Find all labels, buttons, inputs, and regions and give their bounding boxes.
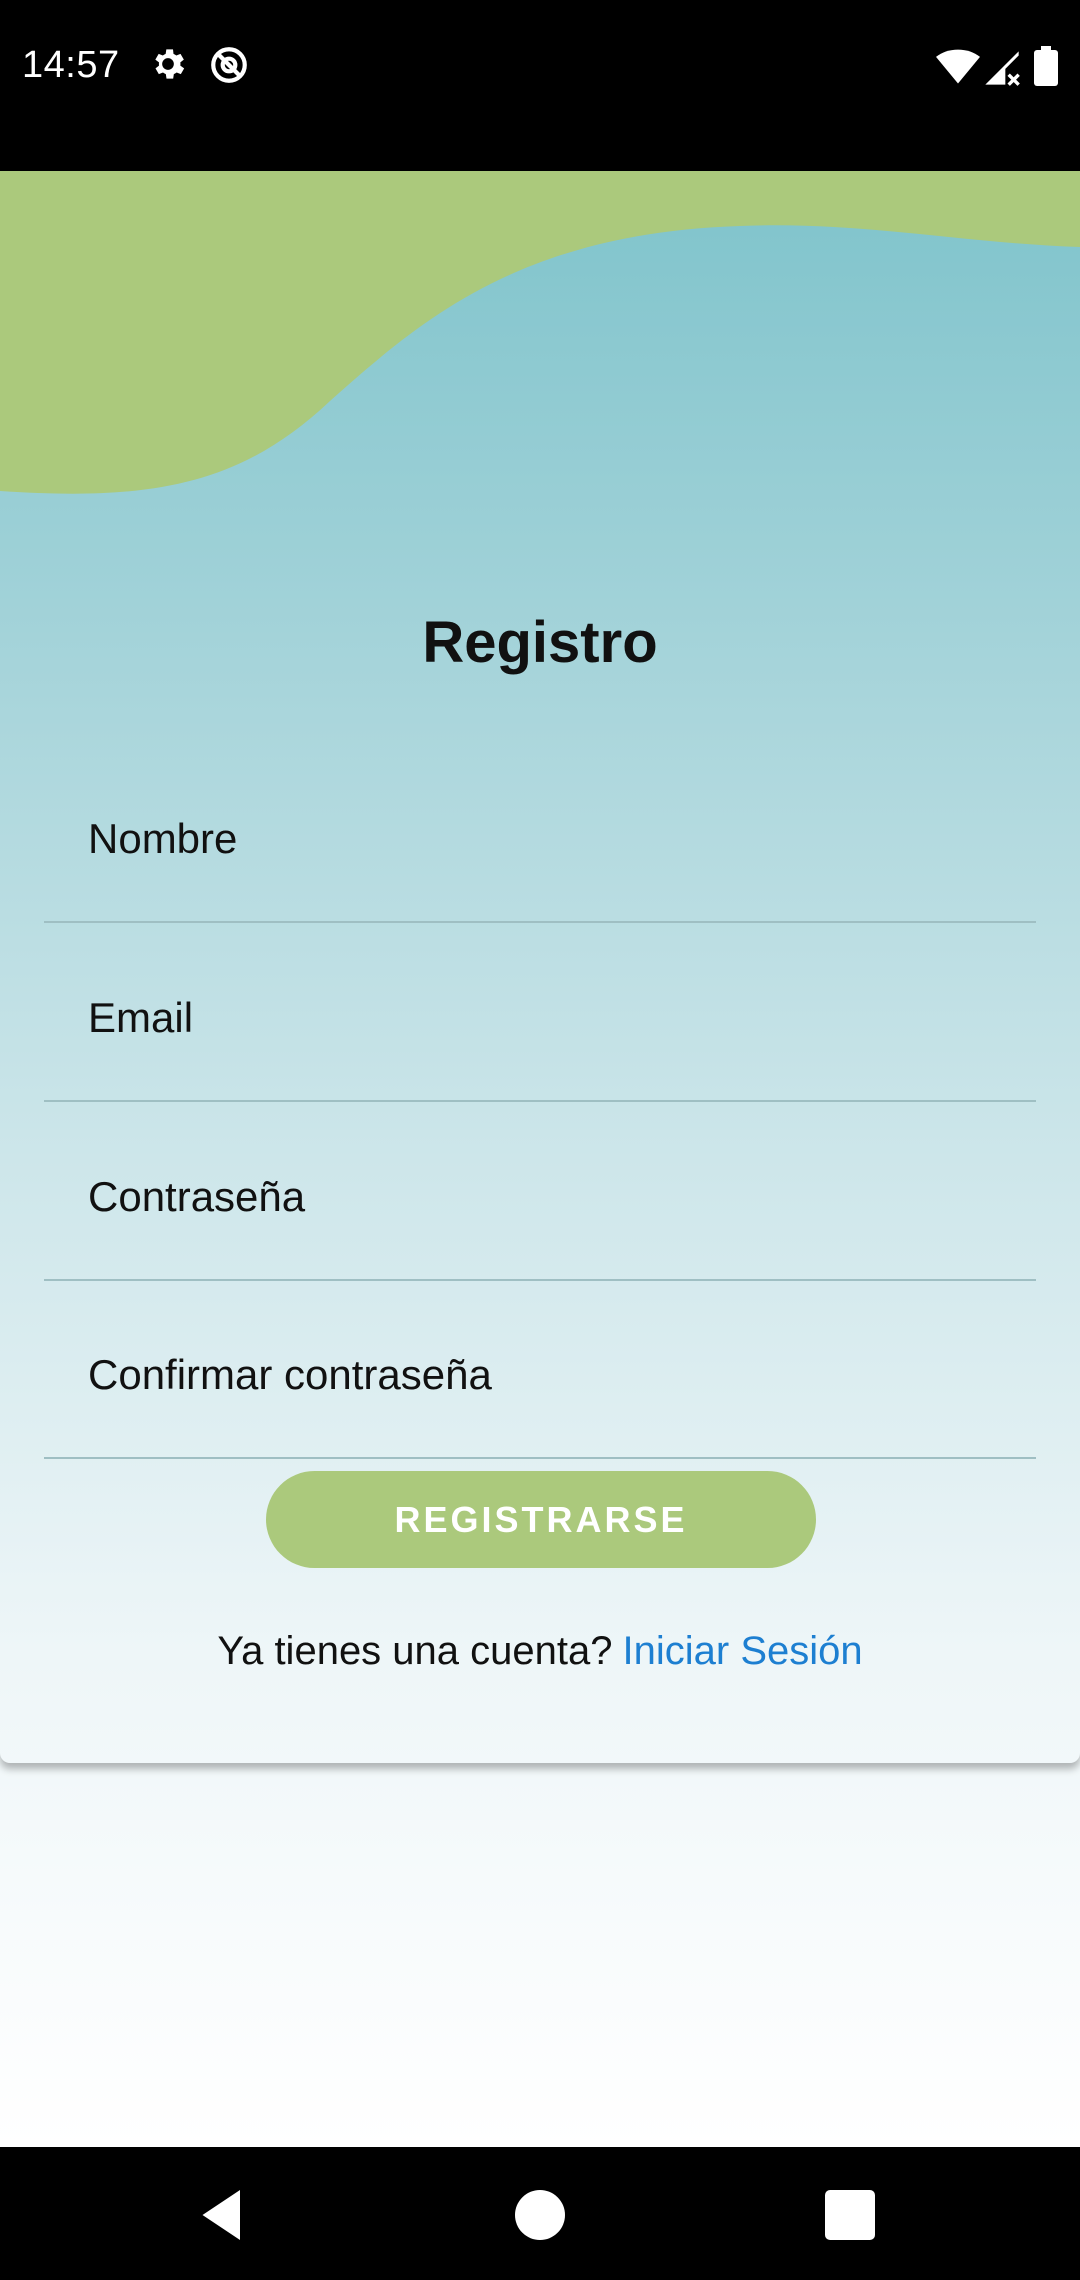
name-input[interactable]	[88, 809, 988, 869]
name-field-container	[44, 745, 1036, 923]
email-field-container	[44, 924, 1036, 1102]
back-icon[interactable]	[195, 2185, 255, 2245]
confirm-password-field-container	[44, 1281, 1036, 1459]
cell-signal-icon	[985, 51, 1020, 86]
password-field-container	[44, 1103, 1036, 1281]
recents-icon[interactable]	[820, 2185, 880, 2245]
home-icon[interactable]	[510, 2185, 570, 2245]
status-bar: 14:57	[0, 0, 1080, 171]
login-prompt-text: Ya tienes una cuenta?	[217, 1629, 613, 1673]
register-card: Registro REGISTRARSE Ya tienes una cuent…	[0, 171, 1080, 1763]
decorative-wave	[0, 171, 1080, 494]
status-time: 14:57	[22, 44, 120, 86]
login-link[interactable]: Iniciar Sesión	[623, 1629, 863, 1673]
battery-icon	[1034, 46, 1058, 86]
app-background: Registro REGISTRARSE Ya tienes una cuent…	[0, 171, 1080, 2147]
screen: 14:57 Registro Nombre Email REGISTRARSE …	[0, 0, 1080, 2280]
login-prompt-row: Ya tienes una cuenta? Iniciar Sesión	[0, 1629, 1080, 1674]
settings-gear-icon	[155, 49, 185, 79]
navigation-bar	[0, 2147, 1080, 2280]
page-title: Registro	[422, 610, 658, 675]
data-saver-icon	[211, 47, 247, 83]
wifi-icon	[936, 49, 980, 84]
register-button[interactable]: REGISTRARSE	[266, 1471, 816, 1568]
email-input[interactable]	[88, 988, 988, 1048]
password-input[interactable]	[88, 1167, 988, 1227]
confirm-password-input[interactable]	[88, 1345, 988, 1405]
